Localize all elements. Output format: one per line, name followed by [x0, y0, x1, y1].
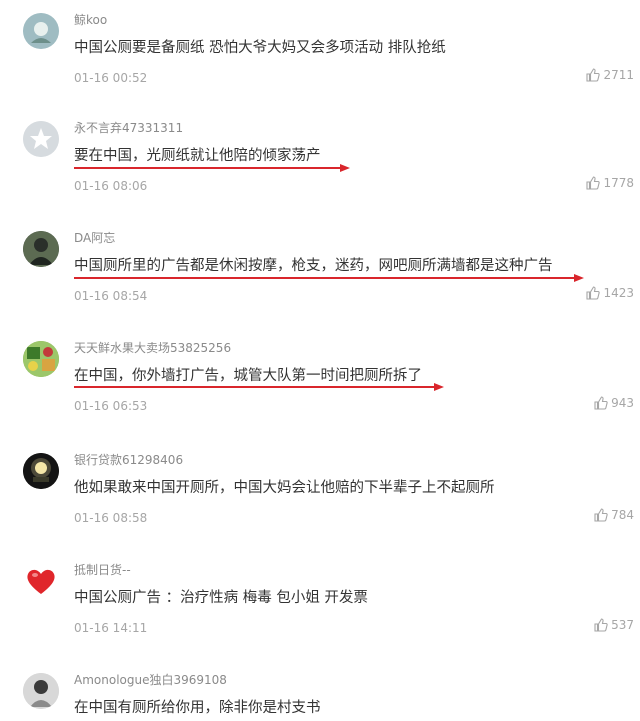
username[interactable]: Amonologue独白3969108 — [74, 671, 227, 688]
annotation-underline — [74, 274, 584, 282]
timestamp: 01-16 06:53 — [74, 399, 148, 413]
avatar[interactable] — [23, 231, 59, 267]
thumbs-up-icon — [594, 508, 608, 522]
comment-text: 要在中国，光厕纸就让他陪的倾家荡产 — [74, 148, 321, 164]
comment-text: 中国厕所里的广告都是休闲按摩，枪支，迷药，网吧厕所满墙都是这种广告 — [74, 258, 553, 274]
timestamp: 01-16 08:54 — [74, 289, 148, 303]
avatar[interactable] — [23, 13, 59, 49]
annotation-underline — [74, 164, 350, 172]
thumbs-up-icon — [586, 68, 601, 82]
annotation-underline — [74, 383, 444, 391]
heart-icon — [27, 569, 55, 594]
username[interactable]: 天天鲜水果大卖场53825256 — [74, 339, 231, 356]
like-button[interactable]: 784 — [594, 508, 634, 522]
thumbs-up-icon — [586, 286, 601, 300]
timestamp: 01-16 08:06 — [74, 179, 148, 193]
username[interactable]: 抵制日货-- — [74, 561, 131, 578]
username[interactable]: DA阿忘 — [74, 229, 115, 246]
thumbs-up-icon — [594, 618, 608, 632]
username[interactable]: 永不言弃47331311 — [74, 119, 183, 136]
timestamp: 01-16 08:58 — [74, 511, 148, 525]
username[interactable]: 银行贷款61298406 — [74, 451, 183, 468]
like-button[interactable]: 1423 — [586, 286, 634, 300]
like-button[interactable]: 1778 — [586, 176, 634, 190]
like-count: 1778 — [603, 176, 634, 190]
like-button[interactable]: 943 — [594, 396, 634, 410]
like-count: 784 — [611, 508, 634, 522]
comment-item: 鲸koo 中国公厕要是备厕纸 恐怕大爷大妈又会多项活动 排队抢纸 01-16 0… — [0, 0, 640, 108]
comment-text: 在中国有厕所给你用，除非你是村支书 — [74, 700, 321, 716]
comment-item: 银行贷款61298406 他如果敢来中国开厕所，中国大妈会让他赔的下半辈子上不起… — [0, 440, 640, 550]
avatar[interactable] — [23, 121, 59, 157]
comment-item: 抵制日货-- 中国公厕广告 ：治疗性病 梅毒 包小姐 开发票 01-16 14:… — [0, 550, 640, 660]
timestamp: 01-16 00:52 — [74, 71, 148, 85]
comment-item: DA阿忘 中国厕所里的广告都是休闲按摩，枪支，迷药，网吧厕所满墙都是这种广告 0… — [0, 218, 640, 328]
timestamp: 01-16 14:11 — [74, 621, 148, 635]
comment-text: 中国公厕要是备厕纸 恐怕大爷大妈又会多项活动 排队抢纸 — [74, 40, 446, 56]
avatar[interactable] — [23, 341, 59, 377]
like-count: 1423 — [603, 286, 634, 300]
avatar[interactable] — [23, 453, 59, 489]
like-count: 943 — [611, 396, 634, 410]
like-count: 2711 — [603, 68, 634, 82]
comment-text: 他如果敢来中国开厕所，中国大妈会让他赔的下半辈子上不起厕所 — [74, 480, 495, 496]
like-button[interactable]: 2711 — [586, 68, 634, 82]
like-button[interactable]: 537 — [594, 618, 634, 632]
avatar[interactable] — [23, 673, 59, 709]
like-count: 537 — [611, 618, 634, 632]
avatar[interactable] — [23, 563, 59, 599]
username[interactable]: 鲸koo — [74, 11, 107, 28]
thumbs-up-icon — [586, 176, 601, 190]
comment-text: 中国公厕广告 ：治疗性病 梅毒 包小姐 开发票 — [74, 590, 368, 606]
comment-item: Amonologue独白3969108 在中国有厕所给你用，除非你是村支书 — [0, 660, 640, 721]
comment-item: 永不言弃47331311 要在中国，光厕纸就让他陪的倾家荡产 01-16 08:… — [0, 108, 640, 216]
comment-item: 天天鲜水果大卖场53825256 在中国，你外墙打广告，城管大队第一时间把厕所拆… — [0, 328, 640, 438]
thumbs-up-icon — [594, 396, 608, 410]
